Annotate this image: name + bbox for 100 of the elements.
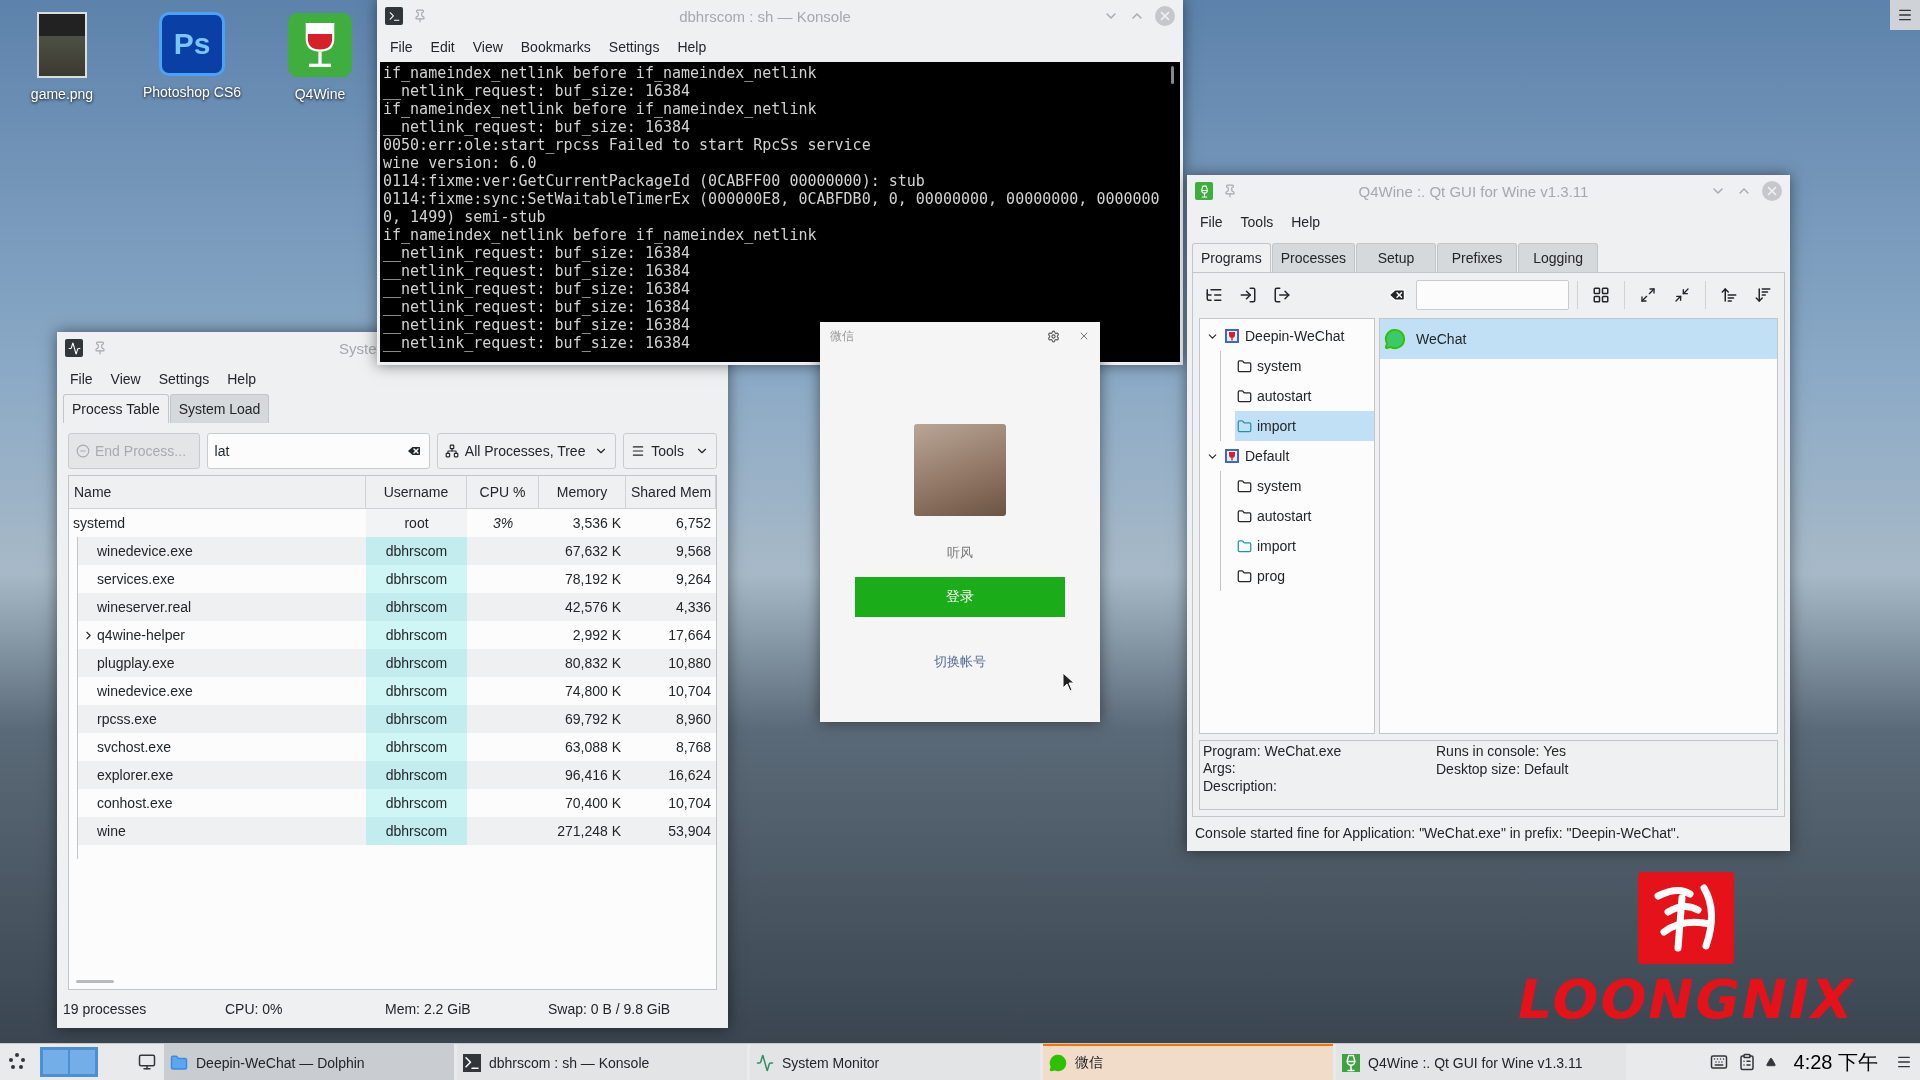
status-text: Mem: 2.2 GiB [385,1001,472,1017]
column-header[interactable]: Shared Mem [626,476,716,508]
grid-icon[interactable] [1592,286,1610,304]
menu-item[interactable]: Help [668,35,716,59]
switch-account-link[interactable]: 切换帐号 [934,653,986,671]
sort-descending-icon[interactable] [1754,286,1772,304]
clock[interactable]: 4:28 下午 [1793,1048,1878,1076]
memory-cell-text: 2,992 K [571,626,622,645]
keyboard-icon[interactable] [1709,1053,1728,1071]
memory-cell-text: 96,416 K [563,766,622,785]
terminal-icon [463,1054,481,1072]
username-cell: dbhrscom [366,761,467,789]
shared-memory-cell-text: 10,704 [667,794,712,813]
terminal-line: 0050:err:ole:start_rpcss Failed to start RpcSs service [383,136,871,154]
tab[interactable]: Programs [1192,243,1271,272]
scrollbar[interactable] [1171,66,1174,84]
menu-item[interactable]: View [101,367,150,391]
search-field[interactable]: lat [206,433,430,469]
menu-icon[interactable] [1896,1054,1912,1070]
clear-icon[interactable] [1388,286,1406,304]
menu-item[interactable]: View [463,35,512,59]
process-name: conhost.exe [97,795,173,811]
folder-icon [1237,568,1252,584]
folder-icon [1237,478,1252,494]
search-field[interactable] [1416,280,1569,310]
desktop-icon-label[interactable]: Q4Wine [294,86,346,102]
wine-prefix-icon [1224,328,1240,344]
filter-dropdown[interactable]: All Processes, Tree [436,433,617,469]
expand-icon[interactable] [1640,287,1656,303]
menu-item[interactable]: Tools [1231,210,1283,234]
tab[interactable]: System Load [169,394,270,423]
menu-item[interactable]: Help [218,367,266,391]
task-button[interactable]: System Monitor [750,1044,1040,1080]
terminal-line: if_nameindex_netlink before if_nameindex_netlink [383,100,817,118]
tab[interactable]: Process Table [63,394,169,423]
menu-item[interactable]: Edit [421,35,464,59]
desktop-toolbox-button[interactable] [1890,0,1920,30]
wine-glass-icon[interactable] [287,12,353,78]
minus-circle-icon [76,444,90,458]
app-logo-icon[interactable]: Ps [159,12,225,76]
task-button[interactable]: Q4Wine :. Qt GUI for Wine v1.3.11 [1336,1044,1626,1080]
task-button[interactable]: dbhrscom : sh — Konsole [457,1044,747,1080]
process-name: wine [97,823,126,839]
terminal-line: __netlink_request: buf_size: 16384 [383,334,691,352]
menu-item[interactable]: Help [1282,210,1330,234]
column-header[interactable]: Username [366,476,467,508]
task-button[interactable]: 微信 [1043,1044,1333,1080]
tree-item[interactable]: import [1235,411,1374,441]
process-name: explorer.exe [97,767,174,783]
tree-item[interactable]: system [1235,471,1374,501]
column-header[interactable]: Memory [539,476,626,508]
tree-item[interactable]: prog [1235,561,1374,591]
column-header[interactable]: Name [69,476,366,508]
tree-item[interactable]: autostart [1235,501,1374,531]
program-item[interactable]: WeChat [1380,319,1777,359]
tab[interactable]: Logging [1518,243,1599,272]
import-icon[interactable] [1239,286,1257,304]
tree-item[interactable]: Default [1200,441,1374,471]
column-header[interactable]: CPU % [467,476,539,508]
tree-item[interactable]: Deepin-WeChat [1200,321,1374,351]
task-button[interactable]: Deepin-WeChat — Dolphin [164,1044,454,1080]
window-title: Syste [339,339,377,357]
close-icon[interactable] [1078,330,1090,342]
folder-icon [1237,538,1252,554]
scrollbar[interactable] [76,980,114,983]
tab[interactable]: Prefixes [1437,243,1518,272]
settings-icon[interactable] [1047,329,1060,343]
process-name: plugplay.exe [97,655,175,671]
image-thumbnail[interactable] [37,12,87,78]
process-name: winedevice.exe [97,683,193,699]
tab[interactable]: Processes [1271,243,1356,272]
menu-item[interactable]: File [1191,210,1232,234]
menu-item[interactable]: File [61,367,102,391]
shared-memory-cell-text: 9,568 [674,542,712,561]
desktop-icon-label[interactable]: game.png [30,86,94,102]
tools-button[interactable]: Tools [623,433,717,469]
list-icon[interactable] [1205,286,1223,304]
window-title: dbhrscom : sh — Konsole [678,7,852,25]
menu-item[interactable]: File [381,35,422,59]
info-text: Runs in console: Yes [1436,743,1567,760]
export-icon[interactable] [1273,286,1291,304]
menu-item[interactable]: Settings [599,35,669,59]
username-cell: dbhrscom [366,705,467,733]
desktop-icon-label[interactable]: Photoshop CS6 [142,84,242,100]
tree-item[interactable]: import [1235,531,1374,561]
process-name: wineserver.real [97,599,192,615]
username-cell: dbhrscom [366,593,467,621]
process-name: winedevice.exe [97,543,193,559]
username-cell: dbhrscom [366,733,467,761]
menu-item[interactable]: Bookmarks [511,35,600,59]
menu-item[interactable]: Settings [149,367,219,391]
sort-ascending-icon[interactable] [1720,286,1738,304]
clipboard-icon[interactable] [1737,1053,1756,1071]
tree-item[interactable]: autostart [1235,381,1374,411]
tab[interactable]: Setup [1356,243,1437,272]
terminal-output[interactable] [380,62,1180,362]
memory-cell-text: 69,792 K [563,710,622,729]
collapse-icon[interactable] [1674,287,1690,303]
tree-item[interactable]: system [1235,351,1374,381]
expand-tray-icon[interactable] [1765,1057,1776,1067]
